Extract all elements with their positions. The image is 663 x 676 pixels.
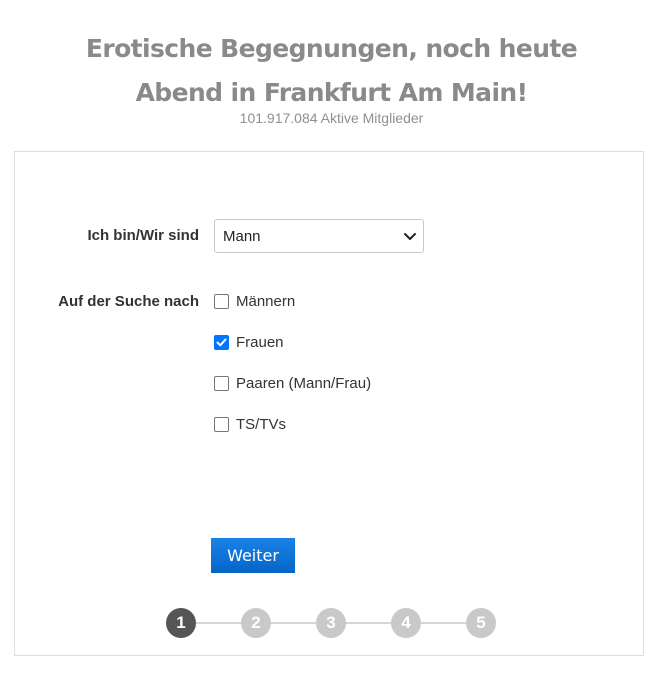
checkbox-ts-tvs[interactable] <box>214 417 229 432</box>
step-4: 4 <box>391 608 421 638</box>
chevron-down-icon <box>404 233 416 240</box>
checkmark-icon <box>216 338 227 347</box>
headline-line-1: Erotische Begegnungen, noch heute <box>85 33 578 63</box>
page-headline: Erotische Begegnungen, noch heute Abend … <box>0 27 663 115</box>
next-button[interactable]: Weiter <box>211 538 295 573</box>
step-1: 1 <box>166 608 196 638</box>
gender-select-value: Mann <box>223 228 261 245</box>
seeking-label: Auf der Suche nach <box>58 293 199 310</box>
step-2: 2 <box>241 608 271 638</box>
checkbox-maennern[interactable] <box>214 294 229 309</box>
seeking-option-label: Männern <box>236 293 296 310</box>
gender-select[interactable]: Mann <box>214 219 424 253</box>
seeking-option-label: Frauen <box>236 334 284 351</box>
seeking-option-label: TS/TVs <box>236 416 287 433</box>
step-5: 5 <box>466 608 496 638</box>
checkbox-frauen[interactable] <box>214 335 229 350</box>
checkbox-paaren[interactable] <box>214 376 229 391</box>
active-members-count: 101.917.084 Aktive Mitglieder <box>239 110 424 126</box>
gender-label: Ich bin/Wir sind <box>87 227 199 244</box>
seeking-option-label: Paaren (Mann/Frau) <box>236 375 372 392</box>
step-3: 3 <box>316 608 346 638</box>
signup-card: Ich bin/Wir sind Mann Auf der Suche nach… <box>14 151 644 656</box>
step-indicator: 1 2 3 4 5 <box>166 608 496 638</box>
